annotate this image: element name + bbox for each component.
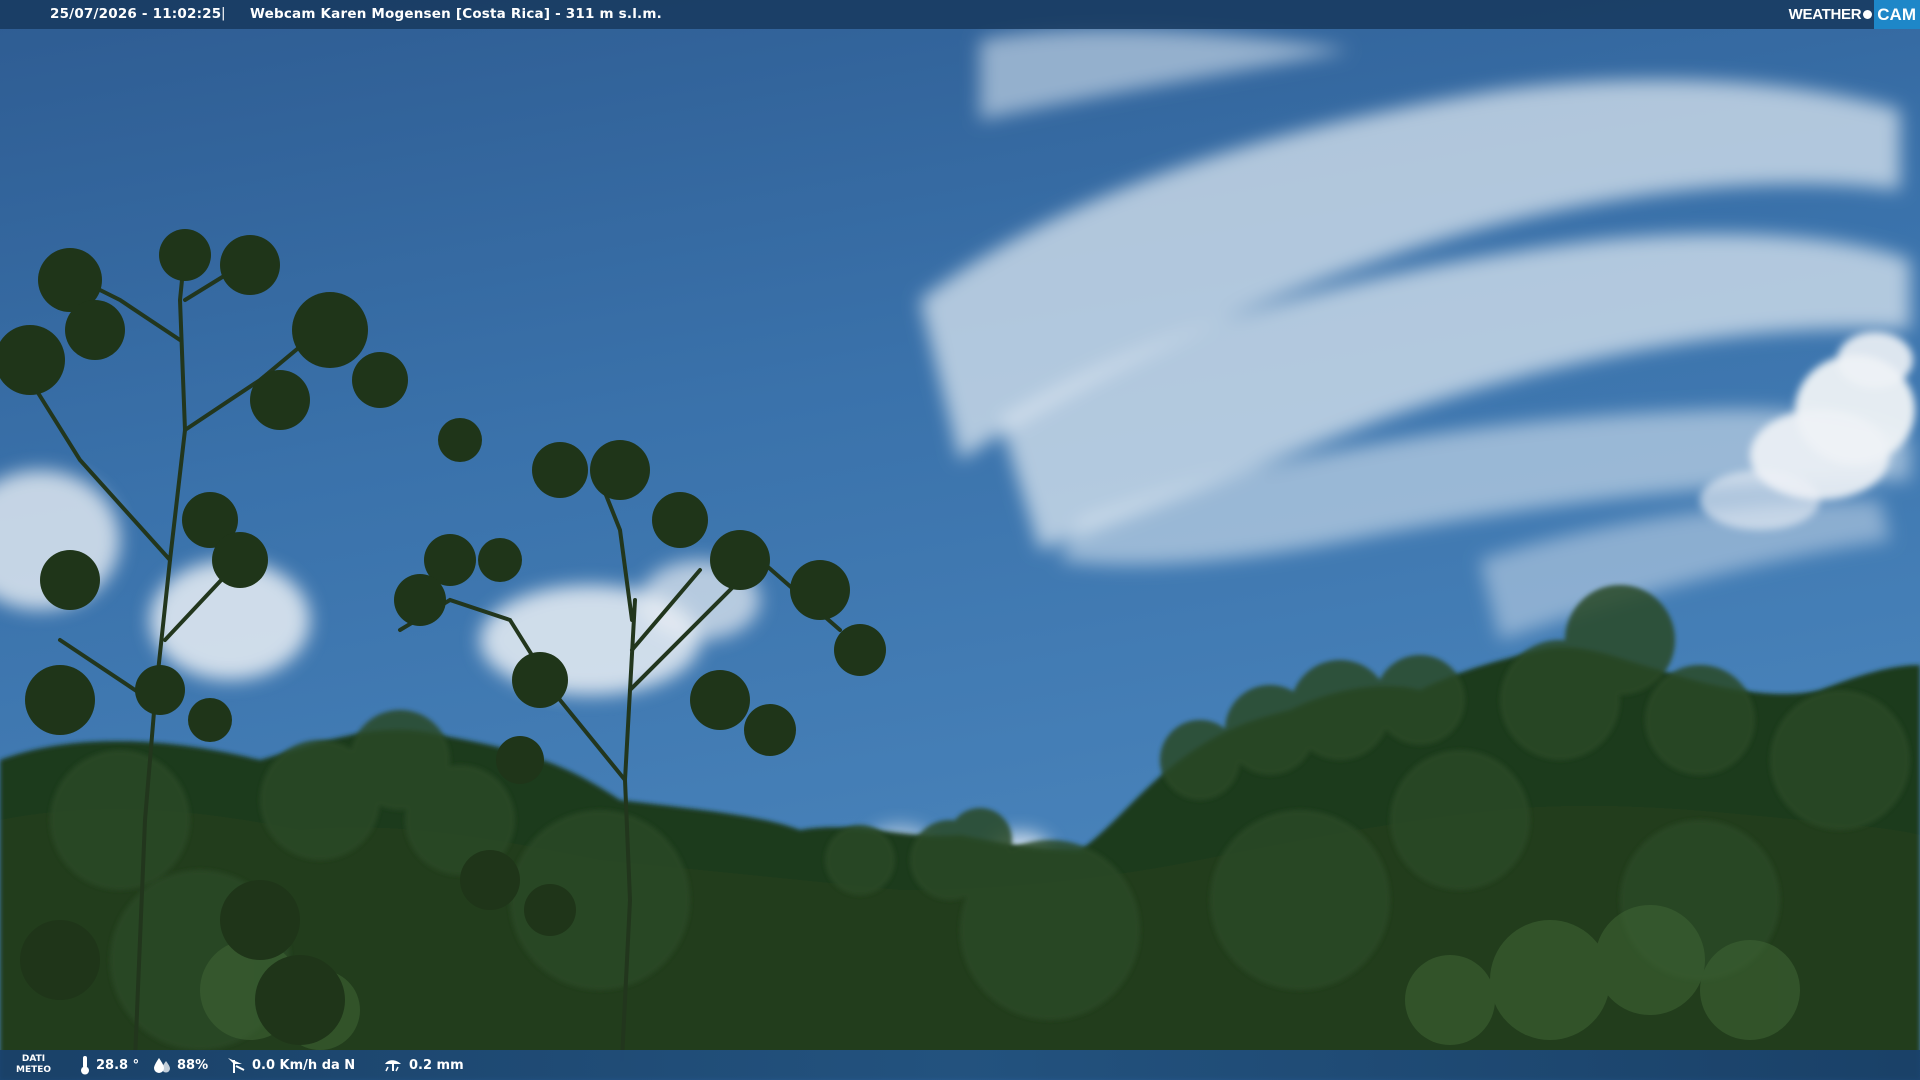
weather-label-line2: METEO: [16, 1065, 52, 1075]
temperature-reading: 28.8 °: [80, 1050, 139, 1080]
webcam-image: [0, 0, 1920, 1080]
humidity-reading: 88%: [153, 1050, 208, 1080]
webcam-scene-graphic: [0, 0, 1920, 1080]
thermometer-icon: [81, 1056, 89, 1075]
rain-gauge-icon: [385, 1060, 401, 1072]
rain-reading: 0.2 mm: [383, 1050, 464, 1080]
weather-label-line1: DATI: [21, 1054, 46, 1064]
header-separator: |: [221, 5, 226, 21]
logo-word-cam: CAM: [1874, 0, 1920, 29]
weather-label: DATI METEO: [16, 1054, 51, 1076]
rain-value: 0.2 mm: [409, 1057, 464, 1073]
camera-title: Webcam Karen Mogensen [Costa Rica] - 311…: [250, 6, 662, 22]
humidity-drop-icon: [154, 1058, 170, 1073]
weather-data-bar: DATI METEO 28.8 ° 88% 0.0 Km/h da N 0.2 …: [0, 1050, 1920, 1080]
wind-vane-icon: [228, 1058, 245, 1073]
wind-value: 0.0 Km/h da N: [252, 1057, 356, 1073]
logo-word-weather: WEATHER: [1788, 6, 1862, 23]
webcam-header-bar: 25/07/2026 - 11:02:25 | Webcam Karen Mog…: [0, 0, 1920, 29]
wind-reading: 0.0 Km/h da N: [226, 1050, 355, 1080]
logo-dot-icon: [1863, 10, 1873, 19]
weathercam-logo: WEATHER CAM: [1789, 0, 1920, 29]
temperature-value: 28.8 °: [96, 1057, 140, 1073]
humidity-value: 88%: [177, 1057, 209, 1073]
timestamp: 25/07/2026 - 11:02:25: [50, 6, 222, 22]
